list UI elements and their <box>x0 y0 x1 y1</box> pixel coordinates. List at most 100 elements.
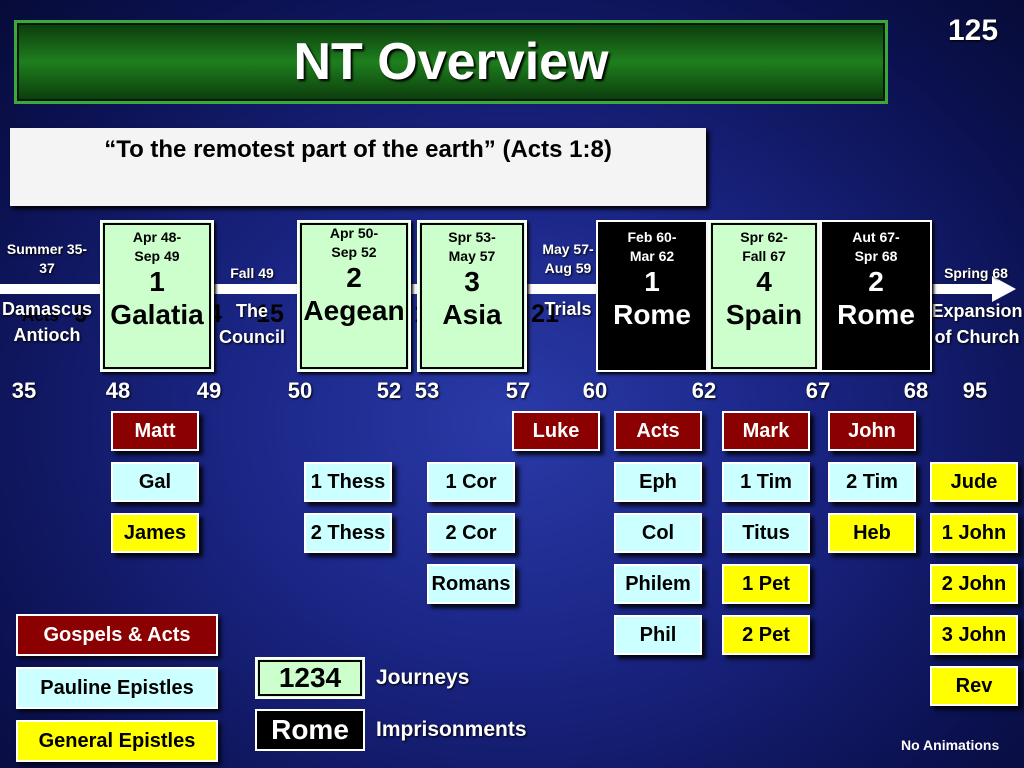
period-dates: Aut 67- Spr 68 <box>822 228 930 266</box>
period-number: 3 <box>464 266 480 297</box>
year-label: 49 <box>196 378 222 403</box>
period-date-end: May 57 <box>448 248 496 264</box>
year-label: 52 <box>376 378 402 403</box>
period-journey-3-asia: Spr 53- May 57 3 Asia <box>417 220 527 372</box>
book-matt: Matt <box>111 411 199 451</box>
period-dates: Spr 53- May 57 <box>419 228 525 266</box>
period-dates: Apr 48- Sep 49 <box>102 228 212 266</box>
year-label: 57 <box>505 378 531 403</box>
period-number: 1 <box>644 266 660 297</box>
period-date-end: Spr 68 <box>854 248 898 264</box>
book-james: James <box>111 513 199 553</box>
year-label: 35 <box>11 378 37 403</box>
year-label: 68 <box>903 378 929 403</box>
year-label: 67 <box>805 378 831 403</box>
period-place: Galatia <box>110 299 204 330</box>
place-damascus: Damascus <box>1 299 93 319</box>
period-date-start: Feb 60- <box>627 229 677 245</box>
year-label: 62 <box>691 378 717 403</box>
quote-text: “To the remotest part of the earth” (Act… <box>104 136 612 163</box>
book-romans: Romans <box>427 564 515 604</box>
book-2-thess: 2 Thess <box>304 513 392 553</box>
period-journey-4-spain: Spr 62- Fall 67 4 Spain <box>708 220 820 372</box>
period-place: Rome <box>613 299 691 330</box>
fall-49-date: Fall 49 <box>230 265 274 281</box>
book-heb: Heb <box>828 513 916 553</box>
legend-general-epistles: General Epistles <box>16 720 218 762</box>
council-line1: The <box>235 301 268 321</box>
quote-box: “To the remotest part of the earth” (Act… <box>10 128 706 328</box>
book-rev: Rev <box>930 666 1018 706</box>
period-number: 1 <box>149 266 165 297</box>
book-1-john: 1 John <box>930 513 1018 553</box>
book-3-john: 3 John <box>930 615 1018 655</box>
expansion-line2: of Church <box>934 327 1020 347</box>
book-gal: Gal <box>111 462 199 502</box>
summer-35-label: Summer 35- 37 <box>0 240 94 278</box>
year-label: 53 <box>414 378 440 403</box>
book-mark: Mark <box>722 411 810 451</box>
book-1-tim: 1 Tim <box>722 462 810 502</box>
period-number: 2 <box>868 266 884 297</box>
may57-line2: Aug 59 <box>544 260 592 276</box>
period-number: 2 <box>346 262 362 293</box>
period-date-start: Spr 53- <box>448 229 496 245</box>
book-col: Col <box>614 513 702 553</box>
council-label: The Council <box>212 298 292 350</box>
expansion-line1: Expansion <box>931 301 1023 321</box>
key-journeys-box: 1234 <box>255 657 365 699</box>
council-line2: Council <box>219 327 285 347</box>
legend-pauline-epistles: Pauline Epistles <box>16 667 218 709</box>
year-label: 48 <box>105 378 131 403</box>
book-2-pet: 2 Pet <box>722 615 810 655</box>
period-dates: Feb 60- Mar 62 <box>598 228 706 266</box>
book-acts: Acts <box>614 411 702 451</box>
trials-label: Trials <box>544 299 592 319</box>
year-label: 50 <box>287 378 313 403</box>
period-dates: Spr 62- Fall 67 <box>710 228 818 266</box>
book-phil: Phil <box>614 615 702 655</box>
period-imprisonment-2-rome: Aut 67- Spr 68 2 Rome <box>820 220 932 372</box>
legend-gospels-acts: Gospels & Acts <box>16 614 218 656</box>
damascus-antioch-label: Damascus Antioch <box>0 296 94 348</box>
book-philem: Philem <box>614 564 702 604</box>
period-date-end: Fall 67 <box>742 248 786 264</box>
period-place: Aegean <box>303 295 405 326</box>
period-dates: Apr 50- Sep 52 <box>299 224 409 262</box>
book-1-thess: 1 Thess <box>304 462 392 502</box>
period-place: Asia <box>442 299 502 330</box>
book-luke: Luke <box>512 411 600 451</box>
period-journey-2-aegean: Apr 50- Sep 52 2 Aegean <box>297 220 411 372</box>
place-antioch: Antioch <box>13 325 81 345</box>
key-imprisonments-box: Rome <box>255 709 365 751</box>
summer-date-line1: Summer 35- <box>6 241 88 257</box>
period-imprisonment-1-rome: Feb 60- Mar 62 1 Rome <box>596 220 708 372</box>
book-2-tim: 2 Tim <box>828 462 916 502</box>
book-1-cor: 1 Cor <box>427 462 515 502</box>
period-place: Spain <box>725 299 803 330</box>
period-date-start: Apr 50- <box>329 225 379 241</box>
may57-line1: May 57- <box>542 241 594 257</box>
book-titus: Titus <box>722 513 810 553</box>
year-label: 60 <box>582 378 608 403</box>
period-number: 4 <box>756 266 772 297</box>
book-2-cor: 2 Cor <box>427 513 515 553</box>
book-eph: Eph <box>614 462 702 502</box>
period-date-end: Sep 49 <box>134 248 180 264</box>
title-bar: NT Overview <box>14 20 888 104</box>
book-john: John <box>828 411 916 451</box>
expansion-label: Expansion of Church <box>930 298 1024 350</box>
page-title: NT Overview <box>293 33 609 91</box>
may-57-label: May 57- Aug 59 <box>532 240 604 278</box>
period-date-start: Aut 67- <box>852 229 900 245</box>
key-imprisonments-label: Imprisonments <box>376 718 527 741</box>
book-jude: Jude <box>930 462 1018 502</box>
period-place: Rome <box>837 299 915 330</box>
book-2-john: 2 John <box>930 564 1018 604</box>
period-date-end: Sep 52 <box>331 244 377 260</box>
period-date-end: Mar 62 <box>629 248 675 264</box>
slide-number: 125 <box>948 14 999 47</box>
book-1-pet: 1 Pet <box>722 564 810 604</box>
period-date-start: Apr 48- <box>132 229 182 245</box>
footer-note: No Animations <box>901 737 1000 753</box>
